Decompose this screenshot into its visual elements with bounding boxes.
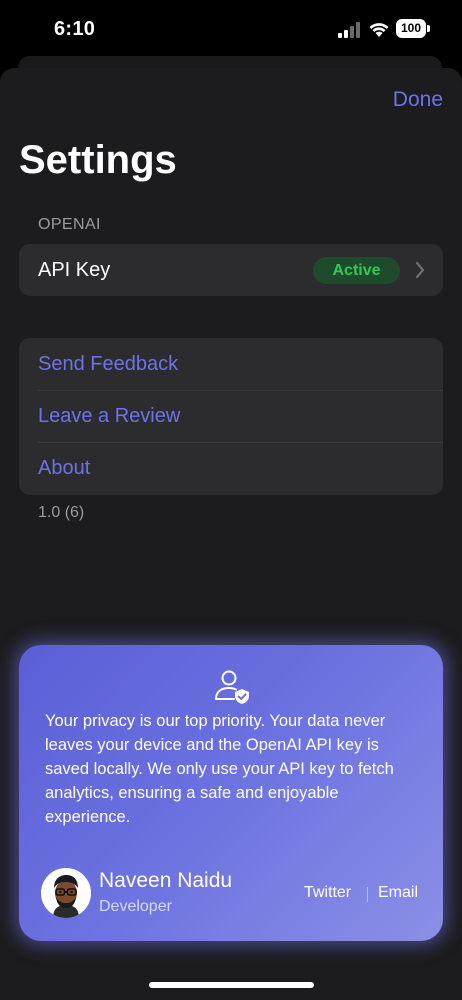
developer-name: Naveen Naidu [99, 869, 233, 892]
email-link[interactable]: Email [378, 884, 418, 902]
avatar [41, 868, 91, 918]
openai-group: API Key Active [19, 244, 443, 296]
version-label: 1.0 (6) [38, 504, 85, 521]
send-feedback-row[interactable]: Send Feedback [19, 338, 443, 390]
status-bar: 6:10 100 [0, 0, 462, 60]
developer-role: Developer [99, 898, 172, 915]
privacy-card: Your privacy is our top priority. Your d… [19, 645, 443, 941]
battery-level: 100 [396, 19, 426, 38]
status-time: 6:10 [54, 18, 96, 40]
settings-sheet: Done Settings OPENAI API Key Active Send… [0, 68, 462, 1000]
about-label: About [38, 456, 91, 479]
battery-tip [427, 25, 430, 32]
wifi-icon [369, 23, 389, 37]
cellular-signal-icon [338, 22, 360, 38]
twitter-link[interactable]: Twitter [304, 884, 351, 902]
api-key-row[interactable]: API Key Active [19, 244, 443, 296]
leave-review-row[interactable]: Leave a Review [19, 390, 443, 442]
api-key-label: API Key [38, 258, 111, 281]
battery-icon: 100 [396, 19, 432, 39]
links-group: Send Feedback Leave a Review About [19, 338, 443, 495]
section-header-openai: OPENAI [38, 216, 101, 233]
memoji-icon [41, 868, 91, 918]
chevron-right-icon [415, 261, 425, 279]
user-shield-icon [215, 670, 249, 704]
home-indicator[interactable] [149, 982, 314, 988]
about-row[interactable]: About [19, 442, 443, 494]
link-divider [367, 887, 368, 902]
leave-review-label: Leave a Review [38, 404, 181, 427]
send-feedback-label: Send Feedback [38, 352, 179, 375]
privacy-text: Your privacy is our top priority. Your d… [45, 712, 394, 826]
status-badge: Active [313, 257, 400, 284]
done-button[interactable]: Done [393, 88, 443, 112]
page-title: Settings [19, 138, 177, 182]
